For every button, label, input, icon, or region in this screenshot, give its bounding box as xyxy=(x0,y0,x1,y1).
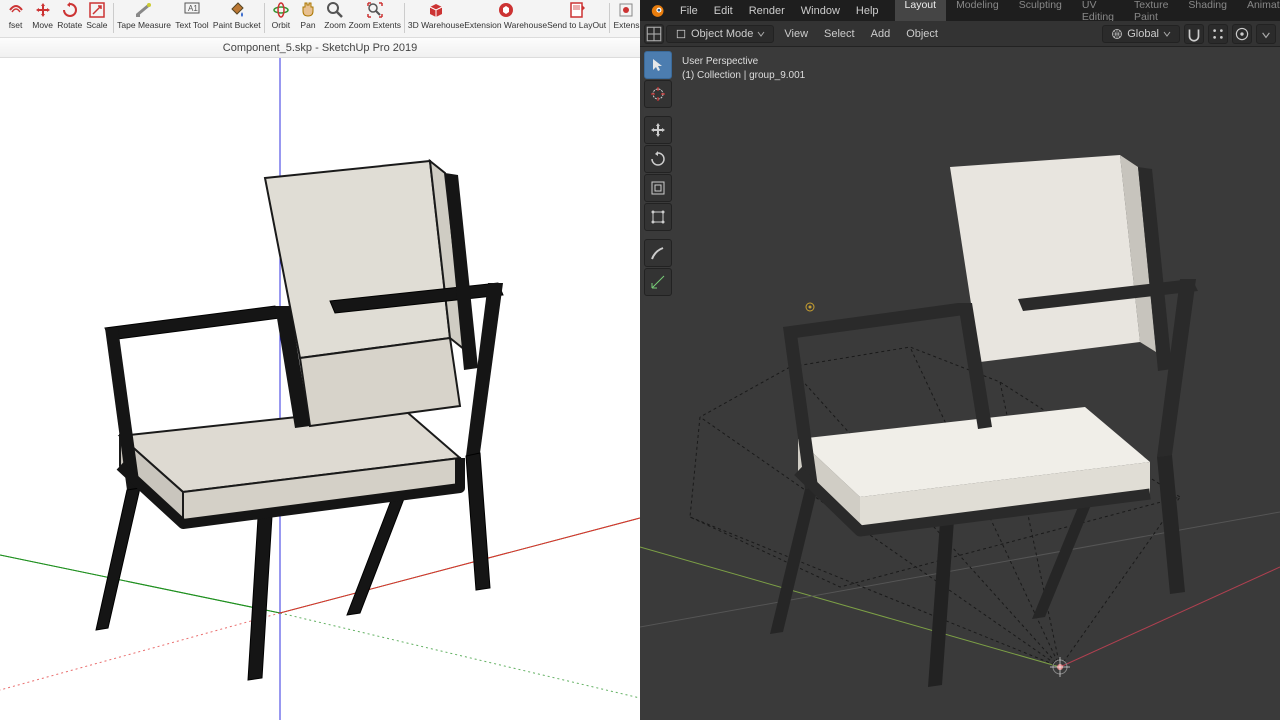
axis-red xyxy=(280,518,640,613)
tool-measure[interactable] xyxy=(644,268,672,296)
svg-text:A1: A1 xyxy=(188,4,198,13)
tool-layout[interactable]: Send to LayOut xyxy=(547,0,606,30)
header-menu-object[interactable]: Object xyxy=(898,28,946,40)
header-menu-view[interactable]: View xyxy=(776,28,816,40)
viewport-overlay-text: User Perspective (1) Collection | group_… xyxy=(682,55,805,83)
tool-pan[interactable]: Pan xyxy=(294,0,321,30)
axis-green xyxy=(0,518,640,613)
header-menu-select[interactable]: Select xyxy=(816,28,863,40)
chevron-down-icon xyxy=(1163,30,1171,38)
tool-annotate[interactable] xyxy=(644,239,672,267)
axis-y-green xyxy=(640,547,1060,667)
axis-green-solid xyxy=(0,555,280,613)
menu-help[interactable]: Help xyxy=(848,5,887,17)
tool-zoom[interactable]: Zoom xyxy=(322,0,349,30)
sketchup-viewport[interactable] xyxy=(0,58,640,720)
editor-type-dropdown[interactable] xyxy=(644,24,664,44)
tool-tape[interactable]: Tape Measure xyxy=(117,0,171,30)
orientation-dropdown[interactable]: Global xyxy=(1102,25,1180,43)
tool-offset[interactable]: fset xyxy=(2,0,29,30)
sketchup-window: fsetMoveRotateScale Tape MeasureA1Text To… xyxy=(0,0,640,720)
chair-model-blender[interactable] xyxy=(770,155,1198,687)
menu-edit[interactable]: Edit xyxy=(706,5,741,17)
tool-ext[interactable]: Extens xyxy=(613,0,640,30)
chevron-down-icon xyxy=(757,30,765,38)
tool-move[interactable] xyxy=(644,116,672,144)
tool-rotate[interactable] xyxy=(644,145,672,173)
grid-line xyxy=(640,512,1280,627)
object-mode-icon xyxy=(675,28,687,40)
sketchup-toolbar: fsetMoveRotateScale Tape MeasureA1Text To… xyxy=(0,0,640,38)
tool-orbit[interactable]: Orbit xyxy=(267,0,294,30)
chair-model-sketchup[interactable] xyxy=(96,161,503,680)
blender-logo-icon xyxy=(646,1,666,21)
view-name: User Perspective xyxy=(682,55,805,69)
tool-3dw[interactable]: 3D Warehouse xyxy=(408,0,464,30)
orientation-label: Global xyxy=(1127,28,1159,40)
tool-transform[interactable] xyxy=(644,203,672,231)
mode-dropdown[interactable]: Object Mode xyxy=(666,25,774,43)
blender-menubar: FileEditRenderWindowHelp LayoutModelingS… xyxy=(640,0,1280,21)
snap-toggle[interactable] xyxy=(1184,24,1204,44)
blender-3dview-header: Object Mode ViewSelectAddObject Global xyxy=(640,21,1280,47)
menu-window[interactable]: Window xyxy=(793,5,848,17)
tool-rotate[interactable]: Rotate xyxy=(56,0,83,30)
axis-red-dash xyxy=(0,613,280,690)
blender-tool-shelf xyxy=(644,51,672,296)
tool-scale[interactable]: Scale xyxy=(83,0,110,30)
tool-scale[interactable] xyxy=(644,174,672,202)
proportional-options[interactable] xyxy=(1256,24,1276,44)
sketchup-titlebar: Component_5.skp - SketchUp Pro 2019 xyxy=(0,38,640,58)
tool-extw[interactable]: Extension Warehouse xyxy=(464,0,547,30)
tool-select-box[interactable] xyxy=(644,51,672,79)
tool-cursor[interactable] xyxy=(644,80,672,108)
tool-text[interactable]: A1Text Tool xyxy=(171,0,213,30)
origin-gizmo xyxy=(1050,657,1070,677)
blender-viewport[interactable]: User Perspective (1) Collection | group_… xyxy=(640,47,1280,720)
active-object-path: (1) Collection | group_9.001 xyxy=(682,69,805,83)
menu-render[interactable]: Render xyxy=(741,5,793,17)
axis-green-dash xyxy=(280,613,640,698)
proportional-edit-toggle[interactable] xyxy=(1232,24,1252,44)
tool-move[interactable]: Move xyxy=(29,0,56,30)
tool-zoomext[interactable]: Zoom Extents xyxy=(349,0,401,30)
menu-file[interactable]: File xyxy=(672,5,706,17)
header-menu-add[interactable]: Add xyxy=(863,28,899,40)
snap-options[interactable] xyxy=(1208,24,1228,44)
blender-window: FileEditRenderWindowHelp LayoutModelingS… xyxy=(640,0,1280,720)
mode-label: Object Mode xyxy=(691,28,753,40)
tool-paint[interactable]: Paint Bucket xyxy=(213,0,261,30)
globe-icon xyxy=(1111,28,1123,40)
